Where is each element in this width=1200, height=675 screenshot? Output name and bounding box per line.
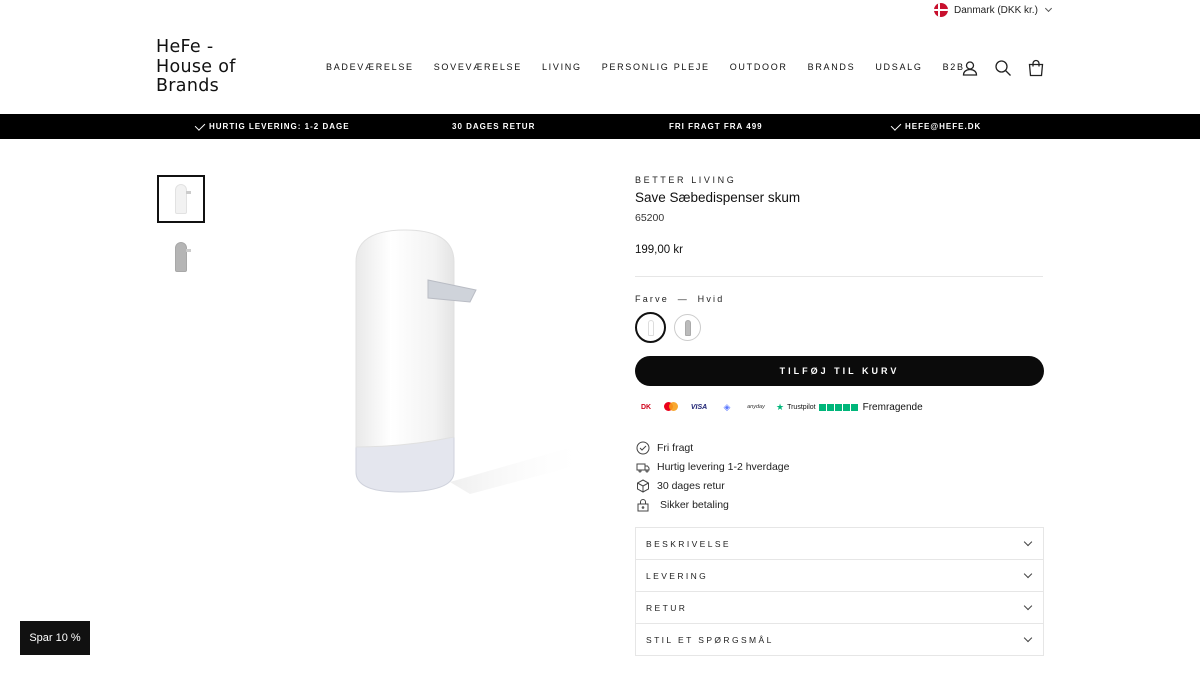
discount-promo-button[interactable]: Spar 10 % — [20, 621, 90, 655]
nav-item-brands[interactable]: BRANDS — [808, 62, 856, 72]
accordion-label: RETUR — [646, 602, 688, 613]
announcement-text: FRI FRAGT FRA 499 — [669, 122, 763, 131]
accordion-label: LEVERING — [646, 570, 709, 581]
perk-text: 30 dages retur — [657, 479, 725, 492]
danish-flag-icon — [934, 3, 948, 17]
product-perks: Fri fragt Hurtig levering 1-2 hverdage 3… — [636, 438, 790, 514]
soap-dispenser-thumbnail-image — [175, 242, 191, 272]
check-circle-icon — [636, 441, 650, 454]
nav-item-udsalg[interactable]: UDSALG — [875, 62, 922, 72]
main-product-image[interactable] — [300, 222, 600, 522]
product-sku: 65200 — [635, 212, 665, 224]
country-currency-label: Danmark (DKK kr.) — [954, 4, 1038, 16]
mobilepay-icon: ◈ — [723, 401, 731, 412]
announcement-text: HURTIG LEVERING: 1-2 DAGE — [209, 122, 350, 131]
cart-icon[interactable] — [1027, 59, 1045, 77]
variant-value: Hvid — [697, 294, 725, 304]
chevron-down-icon — [1023, 537, 1033, 547]
chevron-down-icon — [1023, 633, 1033, 643]
checkmark-icon — [890, 119, 902, 131]
perk-free-shipping: Fri fragt — [636, 438, 790, 457]
soap-dispenser-thumbnail-image — [175, 184, 191, 214]
chevron-down-icon — [1044, 4, 1052, 13]
nav-item-badevaerelse[interactable]: BADEVÆRELSE — [326, 62, 414, 72]
search-icon[interactable] — [994, 59, 1012, 77]
swatch-image — [684, 319, 691, 336]
variant-label: Farve — Hvid — [635, 294, 724, 304]
mastercard-icon — [662, 401, 680, 413]
payment-methods: DK VISA ◈ anyday ★ Trustpilot Fremragend… — [638, 401, 923, 413]
perk-returns: 30 dages retur — [636, 476, 790, 495]
header-icons — [961, 59, 1045, 77]
chevron-down-icon — [1023, 601, 1033, 611]
product-brand[interactable]: BETTER LIVING — [635, 175, 736, 185]
perk-text: Hurtig levering 1-2 hverdage — [657, 460, 790, 473]
announcement-fast-delivery: HURTIG LEVERING: 1-2 DAGE — [194, 114, 350, 139]
site-logo[interactable]: HeFe - House of Brands — [156, 37, 256, 97]
country-currency-selector[interactable]: Danmark (DKK kr.) — [934, 3, 1052, 17]
utility-bar: Danmark (DKK kr.) — [0, 0, 1200, 20]
trustpilot-star-icon: ★ — [776, 401, 785, 412]
main-nav: BADEVÆRELSE SOVEVÆRELSE LIVING PERSONLIG… — [326, 62, 965, 72]
announcement-text: HEFE@HEFE.DK — [905, 122, 982, 131]
chevron-down-icon — [1023, 569, 1033, 579]
nav-item-personlig-pleje[interactable]: PERSONLIG PLEJE — [602, 62, 710, 72]
trustpilot-rating-stars — [818, 403, 858, 411]
variant-name: Farve — [635, 294, 670, 304]
visa-icon: VISA — [690, 403, 708, 411]
perk-secure-payment: Sikker betaling — [636, 495, 790, 514]
accordion-returns[interactable]: RETUR — [635, 591, 1044, 624]
trustpilot-label: Trustpilot — [787, 403, 816, 411]
color-swatch-grey[interactable] — [674, 314, 701, 341]
accordion-ask-question[interactable]: STIL ET SPØRGSMÅL — [635, 623, 1044, 656]
add-to-cart-button[interactable]: TILFØJ TIL KURV — [635, 356, 1044, 386]
divider — [635, 276, 1043, 277]
truck-icon — [636, 463, 650, 472]
announcement-text: 30 DAGES RETUR — [452, 122, 536, 131]
trustpilot-widget[interactable]: ★ Trustpilot Fremragende — [776, 402, 923, 413]
nav-item-living[interactable]: LIVING — [542, 62, 582, 72]
accordion-delivery[interactable]: LEVERING — [635, 559, 1044, 592]
logo-line-3: Brands — [156, 76, 220, 96]
variant-separator: — — [677, 294, 689, 304]
trustpilot-rating-text: Fremragende — [862, 401, 923, 413]
nav-item-outdoor[interactable]: OUTDOOR — [730, 62, 788, 72]
swatch-image — [647, 319, 654, 336]
checkmark-icon — [194, 119, 206, 131]
logo-line-1: HeFe - — [156, 37, 214, 57]
gallery-thumbnail-grey[interactable] — [157, 233, 205, 281]
account-icon[interactable] — [961, 59, 979, 77]
accordion-description[interactable]: BESKRIVELSE — [635, 527, 1044, 560]
gallery-thumbnail-white[interactable] — [157, 175, 205, 223]
announcement-email[interactable]: HEFE@HEFE.DK — [890, 114, 982, 139]
site-header: HeFe - House of Brands BADEVÆRELSE SOVEV… — [0, 20, 1200, 114]
accordion-label: STIL ET SPØRGSMÅL — [646, 634, 774, 645]
lock-icon — [637, 498, 649, 511]
perk-text: Fri fragt — [657, 441, 694, 454]
accordion-label: BESKRIVELSE — [646, 538, 731, 549]
nav-item-sovevaerelse[interactable]: SOVEVÆRELSE — [434, 62, 522, 72]
product-title: Save Sæbedispenser skum — [635, 190, 801, 205]
dankort-icon: DK — [638, 401, 654, 413]
package-icon — [637, 478, 649, 493]
announcement-free-shipping: FRI FRAGT FRA 499 — [669, 114, 763, 139]
color-swatch-white[interactable] — [635, 312, 666, 343]
announcement-bar: HURTIG LEVERING: 1-2 DAGE 30 DAGES RETUR… — [0, 114, 1200, 139]
announcement-returns: 30 DAGES RETUR — [452, 114, 535, 139]
logo-line-2: House of — [156, 56, 236, 77]
perk-fast-delivery: Hurtig levering 1-2 hverdage — [636, 457, 790, 476]
product-price: 199,00 kr — [635, 244, 683, 256]
perk-text: Sikker betaling — [660, 498, 729, 511]
anyday-icon: anyday — [747, 404, 765, 410]
